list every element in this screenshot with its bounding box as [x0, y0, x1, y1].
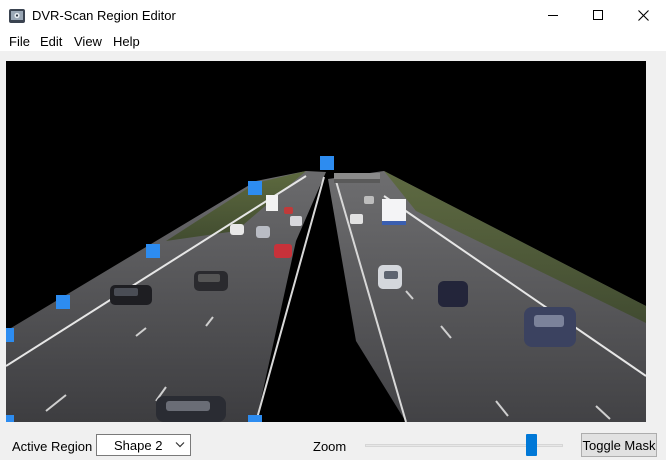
- menu-file[interactable]: File: [9, 34, 30, 49]
- maximize-icon: [593, 10, 603, 20]
- window-title: DVR-Scan Region Editor: [32, 8, 176, 23]
- video-canvas[interactable]: [6, 61, 646, 422]
- chevron-down-icon: [175, 442, 185, 448]
- menu-edit[interactable]: Edit: [40, 34, 62, 49]
- menu-help[interactable]: Help: [113, 34, 140, 49]
- active-region-label: Active Region: [12, 439, 93, 454]
- close-button[interactable]: [621, 0, 666, 31]
- toggle-mask-button[interactable]: Toggle Mask: [581, 433, 657, 457]
- close-icon: [638, 10, 649, 21]
- region-handle: [248, 181, 262, 195]
- active-region-value: Shape 2: [114, 438, 163, 453]
- region-handle: [320, 156, 334, 170]
- active-region-select[interactable]: Shape 2: [96, 434, 191, 456]
- right-carriageway: [328, 171, 646, 422]
- region-handle: [248, 415, 262, 422]
- region-handle: [56, 295, 70, 309]
- maximize-button[interactable]: [576, 0, 621, 31]
- menu-bar: File Edit View Help: [0, 31, 666, 51]
- title-bar: DVR-Scan Region Editor: [0, 0, 666, 31]
- region-handle: [6, 328, 14, 342]
- menu-view[interactable]: View: [74, 34, 102, 49]
- app-icon: [8, 7, 26, 25]
- bottom-toolbar: Active Region Shape 2 Zoom Toggle Mask: [0, 432, 666, 460]
- region-handle: [146, 244, 160, 258]
- minimize-icon: [548, 15, 558, 16]
- toggle-mask-label: Toggle Mask: [582, 437, 656, 453]
- region-handle: [6, 415, 14, 422]
- distant-bridge: [334, 173, 380, 183]
- zoom-label: Zoom: [313, 439, 347, 454]
- minimize-button[interactable]: [531, 0, 576, 31]
- zoom-slider-thumb[interactable]: [525, 434, 537, 456]
